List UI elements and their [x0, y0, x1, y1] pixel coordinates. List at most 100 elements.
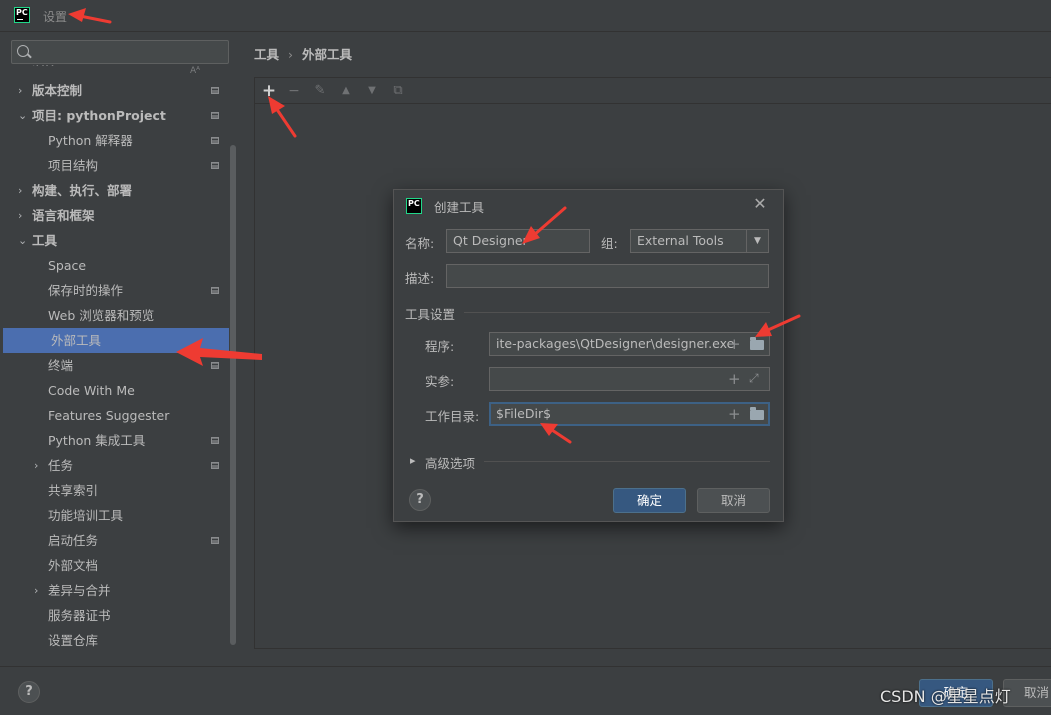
chevron-down-icon[interactable]: ▼: [746, 230, 768, 252]
chevron-down-icon[interactable]: ⌄: [18, 228, 28, 253]
chevron-right-icon[interactable]: ›: [34, 453, 44, 478]
create-tool-dialog: PC 创建工具 ✕ 名称: Qt Designer 组: External To…: [393, 189, 784, 522]
sidebar-item[interactable]: 功能培训工具: [0, 503, 229, 528]
name-field[interactable]: Qt Designer: [446, 229, 590, 253]
project-level-icon: [211, 537, 219, 544]
settings-tree: 插件 Aᴬ › 版本控制 ⌄ 项目: pythonProject Python 解释器项目结…: [0, 65, 229, 653]
project-level-icon: [211, 87, 219, 94]
sidebar-item[interactable]: › 语言和框架: [0, 203, 229, 228]
sidebar-item[interactable]: Space: [0, 253, 229, 278]
translate-icon: Aᴬ: [190, 66, 201, 76]
pycharm-logo-icon: PC: [406, 198, 422, 214]
sidebar-item-label: 功能培训工具: [48, 508, 124, 523]
dialog-help-button[interactable]: ?: [409, 489, 431, 511]
name-label: 名称:: [405, 236, 435, 251]
expand-icon[interactable]: ⤢: [749, 371, 759, 386]
insert-macro-icon[interactable]: +: [728, 369, 741, 389]
arguments-label: 实参:: [425, 374, 455, 389]
group-value: External Tools: [637, 233, 724, 248]
project-level-icon: [211, 162, 219, 169]
search-icon[interactable]: [17, 45, 29, 57]
sidebar-item-label: 项目: pythonProject: [32, 108, 166, 123]
remove-tool-button[interactable]: −: [283, 80, 305, 102]
project-level-icon: [211, 462, 219, 469]
sidebar-item-label: Features Suggester: [48, 408, 170, 423]
copy-tool-button[interactable]: ⧉: [387, 80, 409, 102]
cancel-button[interactable]: 取消: [697, 488, 770, 513]
insert-macro-icon[interactable]: +: [728, 334, 741, 354]
sidebar-item-label: Python 集成工具: [48, 433, 146, 448]
breadcrumb: 工具 › 外部工具: [254, 44, 352, 63]
sidebar-item[interactable]: ⌄ 项目: pythonProject: [0, 103, 229, 128]
sidebar-item-label: Code With Me: [48, 383, 135, 398]
sidebar-item-label: 工具: [32, 233, 58, 248]
project-level-icon: [211, 112, 219, 119]
sidebar-item[interactable]: ⌄ 工具: [0, 228, 229, 253]
tools-toolbar: + − ✎ ▲ ▼ ⧉: [255, 78, 1051, 104]
sidebar-item[interactable]: 外部工具: [3, 328, 229, 353]
add-tool-button[interactable]: +: [258, 80, 280, 102]
sidebar-item-label: 版本控制: [32, 83, 83, 98]
sidebar-item-label: 项目结构: [48, 158, 99, 173]
sidebar-item[interactable]: › 版本控制: [0, 78, 229, 103]
description-field[interactable]: [446, 264, 769, 288]
sidebar-item[interactable]: 共享索引: [0, 478, 229, 503]
window-title: 设置: [43, 10, 68, 24]
chevron-down-icon[interactable]: ⌄: [18, 103, 28, 128]
sidebar-item[interactable]: › 构建、执行、部署: [0, 178, 229, 203]
sidebar-item[interactable]: 启动任务: [0, 528, 229, 553]
watermark: CSDN @星星点灯: [880, 687, 1011, 706]
search-input[interactable]: [38, 43, 223, 61]
move-down-button[interactable]: ▼: [361, 80, 383, 102]
edit-tool-button[interactable]: ✎: [309, 80, 331, 102]
sidebar-item[interactable]: 服务器证书: [0, 603, 229, 628]
sidebar-item[interactable]: › 差异与合并: [0, 578, 229, 603]
move-up-button[interactable]: ▲: [335, 80, 357, 102]
project-level-icon: [211, 362, 219, 369]
sidebar-item[interactable]: Python 解释器: [0, 128, 229, 153]
sidebar-item[interactable]: 设置仓库: [0, 628, 229, 653]
ok-button[interactable]: 确定: [613, 488, 686, 513]
chevron-right-icon[interactable]: ›: [34, 578, 44, 603]
breadcrumb-parent[interactable]: 工具: [254, 47, 279, 62]
sidebar-item-label: 服务器证书: [48, 608, 111, 623]
program-value: ite-packages\QtDesigner\designer.exe: [496, 336, 735, 351]
sidebar-item[interactable]: Web 浏览器和预览: [0, 303, 229, 328]
advanced-options-toggle[interactable]: 高级选项: [425, 453, 475, 472]
breadcrumb-current: 外部工具: [302, 47, 353, 62]
description-label: 描述:: [405, 271, 435, 286]
sidebar-item-label: 构建、执行、部署: [32, 183, 133, 198]
working-directory-label: 工作目录:: [425, 409, 480, 424]
project-level-icon: [211, 287, 219, 294]
sidebar-item-label: 任务: [48, 458, 74, 473]
sidebar-item[interactable]: 保存时的操作: [0, 278, 229, 303]
sidebar-item[interactable]: Python 集成工具: [0, 428, 229, 453]
project-level-icon: [211, 137, 219, 144]
sidebar-item-label: 外部工具: [51, 333, 102, 348]
sidebar-item[interactable]: 外部文档: [0, 553, 229, 578]
working-directory-value: $FileDir$: [496, 406, 552, 421]
sidebar-item[interactable]: Features Suggester: [0, 403, 229, 428]
group-label: 组:: [601, 236, 618, 251]
group-combobox[interactable]: External Tools ▼: [630, 229, 769, 253]
sidebar-item[interactable]: Code With Me: [0, 378, 229, 403]
title-bar: PC 设置: [0, 0, 1051, 32]
sidebar-item[interactable]: 插件 Aᴬ: [0, 65, 229, 78]
settings-search-box[interactable]: [11, 40, 229, 64]
chevron-right-icon[interactable]: ›: [18, 78, 28, 103]
sidebar-item[interactable]: › 任务: [0, 453, 229, 478]
chevron-right-icon[interactable]: ›: [18, 203, 28, 228]
close-icon[interactable]: ✕: [750, 194, 770, 214]
sidebar-item-label: 保存时的操作: [48, 283, 124, 298]
expand-triangle-icon[interactable]: ▸: [410, 454, 416, 467]
project-level-icon: [211, 437, 219, 444]
insert-macro-icon[interactable]: +: [728, 404, 741, 424]
dialog-title: 创建工具: [434, 200, 485, 215]
sidebar-item[interactable]: 项目结构: [0, 153, 229, 178]
sidebar-scrollbar[interactable]: [230, 145, 236, 645]
folder-icon[interactable]: [750, 337, 764, 350]
chevron-right-icon[interactable]: ›: [18, 178, 28, 203]
folder-icon[interactable]: [750, 407, 764, 420]
settings-help-button[interactable]: ?: [18, 681, 40, 703]
sidebar-item[interactable]: 终端: [0, 353, 229, 378]
